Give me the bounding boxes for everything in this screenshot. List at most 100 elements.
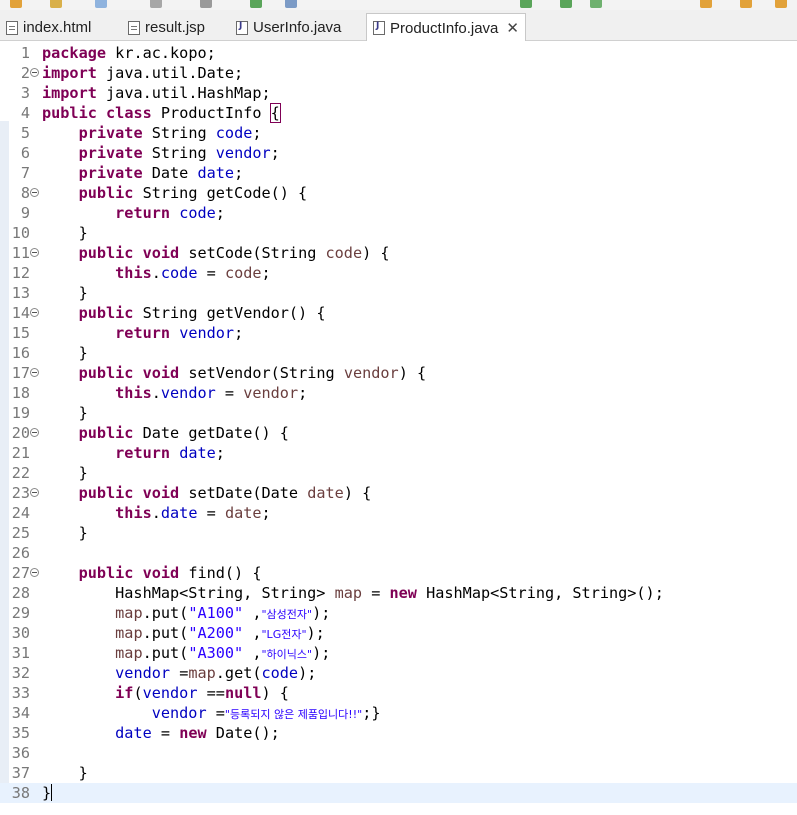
code-line[interactable]: 26 xyxy=(0,543,797,563)
code-line[interactable]: 31 map.put("A300" ,"하이닉스"); xyxy=(0,643,797,663)
code-line[interactable]: 2 import java.util.Date; xyxy=(0,63,797,83)
code-line[interactable]: 12 this.code = code; xyxy=(0,263,797,283)
code-line[interactable]: 10 } xyxy=(0,223,797,243)
fold-toggle-icon[interactable] xyxy=(30,568,39,577)
code-line[interactable]: 27 public void find() { xyxy=(0,563,797,583)
code-token: ); xyxy=(312,644,331,662)
code-line[interactable]: 3 import java.util.HashMap; xyxy=(0,83,797,103)
line-number: 8 xyxy=(20,184,30,202)
code-text: private String vendor; xyxy=(42,143,280,163)
code-line[interactable]: 18 this.vendor = vendor; xyxy=(0,383,797,403)
code-line[interactable]: 38} xyxy=(0,783,797,803)
code-line[interactable]: 6 private String vendor; xyxy=(0,143,797,163)
code-line[interactable]: 5 private String code; xyxy=(0,123,797,143)
code-token: Date xyxy=(151,164,189,182)
tab-index-html[interactable]: index.html xyxy=(0,14,115,41)
code-text: this.code = code; xyxy=(42,263,271,283)
toolbar-icon[interactable] xyxy=(520,0,532,8)
toolbar-icon[interactable] xyxy=(150,0,162,8)
code-line[interactable]: 9 return code; xyxy=(0,203,797,223)
code-token: void xyxy=(142,564,180,582)
toolbar-icon[interactable] xyxy=(700,0,712,8)
tab-productinfo-java[interactable]: J ProductInfo.java ✕ xyxy=(366,13,526,42)
code-line[interactable]: 15 return vendor; xyxy=(0,323,797,343)
code-line[interactable]: 30 map.put("A200" ,"LG전자"); xyxy=(0,623,797,643)
code-token: new xyxy=(179,724,207,742)
fold-toggle-icon[interactable] xyxy=(30,488,39,497)
code-line[interactable]: 37 } xyxy=(0,763,797,783)
text-cursor xyxy=(51,784,53,801)
toolbar-icon[interactable] xyxy=(200,0,212,8)
code-token: map xyxy=(334,584,363,602)
line-number: 26 xyxy=(11,544,30,562)
code-token: } xyxy=(42,464,88,482)
code-line[interactable]: 13 } xyxy=(0,283,797,303)
code-line[interactable]: 4 public class ProductInfo { xyxy=(0,103,797,123)
close-tab-icon[interactable]: ✕ xyxy=(506,19,519,37)
line-number: 19 xyxy=(11,404,30,422)
code-line[interactable]: 23 public void setDate(Date date) { xyxy=(0,483,797,503)
fold-toggle-icon[interactable] xyxy=(30,308,39,317)
toolbar-icon[interactable] xyxy=(50,0,62,8)
fold-toggle-icon[interactable] xyxy=(30,188,39,197)
code-token: date xyxy=(224,504,262,522)
toolbar-icon[interactable] xyxy=(285,0,297,8)
fold-toggle-icon[interactable] xyxy=(30,68,39,77)
fold-toggle-icon[interactable] xyxy=(30,428,39,437)
code-line[interactable]: 36 xyxy=(0,743,797,763)
code-line[interactable]: 7 private Date date; xyxy=(0,163,797,183)
code-token: = xyxy=(179,664,189,682)
code-token: code xyxy=(179,204,216,222)
toolbar-icon[interactable] xyxy=(95,0,107,8)
code-line[interactable]: 8 public String getCode() { xyxy=(0,183,797,203)
code-token: = xyxy=(224,384,235,402)
code-text: } xyxy=(42,283,88,303)
code-line[interactable]: 17 public void setVendor(String vendor) … xyxy=(0,363,797,383)
code-line[interactable]: 20 public Date getDate() { xyxy=(0,423,797,443)
code-token: kr.ac.kopo; xyxy=(115,44,216,62)
line-number: 25 xyxy=(11,524,30,542)
code-line[interactable]: 14 public String getVendor() { xyxy=(0,303,797,323)
code-line[interactable]: 11 public void setCode(String code) { xyxy=(0,243,797,263)
code-token: vendor xyxy=(215,144,271,162)
code-line[interactable]: 16 } xyxy=(0,343,797,363)
code-line[interactable]: 33 if(vendor ==null) { xyxy=(0,683,797,703)
code-token: "A100" xyxy=(188,604,244,622)
code-token: setVendor(String xyxy=(188,364,335,382)
code-line[interactable]: 1 package kr.ac.kopo; xyxy=(0,43,797,63)
code-token: return xyxy=(115,324,171,342)
toolbar-icon[interactable] xyxy=(775,0,787,8)
fold-toggle-icon[interactable] xyxy=(30,248,39,257)
code-token: .put( xyxy=(142,604,189,622)
tab-userinfo-java[interactable]: J UserInfo.java xyxy=(230,14,365,41)
code-line[interactable]: 19 } xyxy=(0,403,797,423)
toolbar-icon[interactable] xyxy=(10,0,22,8)
code-line[interactable]: 32 vendor =map.get(code); xyxy=(0,663,797,683)
code-token: setCode(String xyxy=(188,244,317,262)
code-line[interactable]: 24 this.date = date; xyxy=(0,503,797,523)
code-token: date xyxy=(197,164,235,182)
code-text: public String getCode() { xyxy=(42,183,308,203)
code-line[interactable]: 21 return date; xyxy=(0,443,797,463)
toolbar-icon[interactable] xyxy=(250,0,262,8)
code-line[interactable]: 29 map.put("A100" ,"삼성전자"); xyxy=(0,603,797,623)
code-line[interactable]: 35 date = new Date(); xyxy=(0,723,797,743)
tab-result-jsp[interactable]: result.jsp xyxy=(122,14,232,41)
code-token: ); xyxy=(312,604,331,622)
code-token: . xyxy=(151,384,161,402)
code-editor[interactable]: 1 package kr.ac.kopo; 2 import java.util.Da… xyxy=(0,41,797,815)
toolbar-icon[interactable] xyxy=(590,0,602,8)
toolbar-icon[interactable] xyxy=(560,0,572,8)
code-text: return vendor; xyxy=(42,323,243,343)
line-number: 27 xyxy=(11,564,30,582)
code-line[interactable]: 28 HashMap<String, String> map = new Has… xyxy=(0,583,797,603)
code-line[interactable]: 25 } xyxy=(0,523,797,543)
toolbar-icon[interactable] xyxy=(740,0,752,8)
code-token: String xyxy=(151,124,207,142)
code-line[interactable]: 34 vendor ="등록되지 않은 제품입니다!!";} xyxy=(0,703,797,723)
fold-toggle-icon[interactable] xyxy=(30,368,39,377)
code-line[interactable]: 22 } xyxy=(0,463,797,483)
